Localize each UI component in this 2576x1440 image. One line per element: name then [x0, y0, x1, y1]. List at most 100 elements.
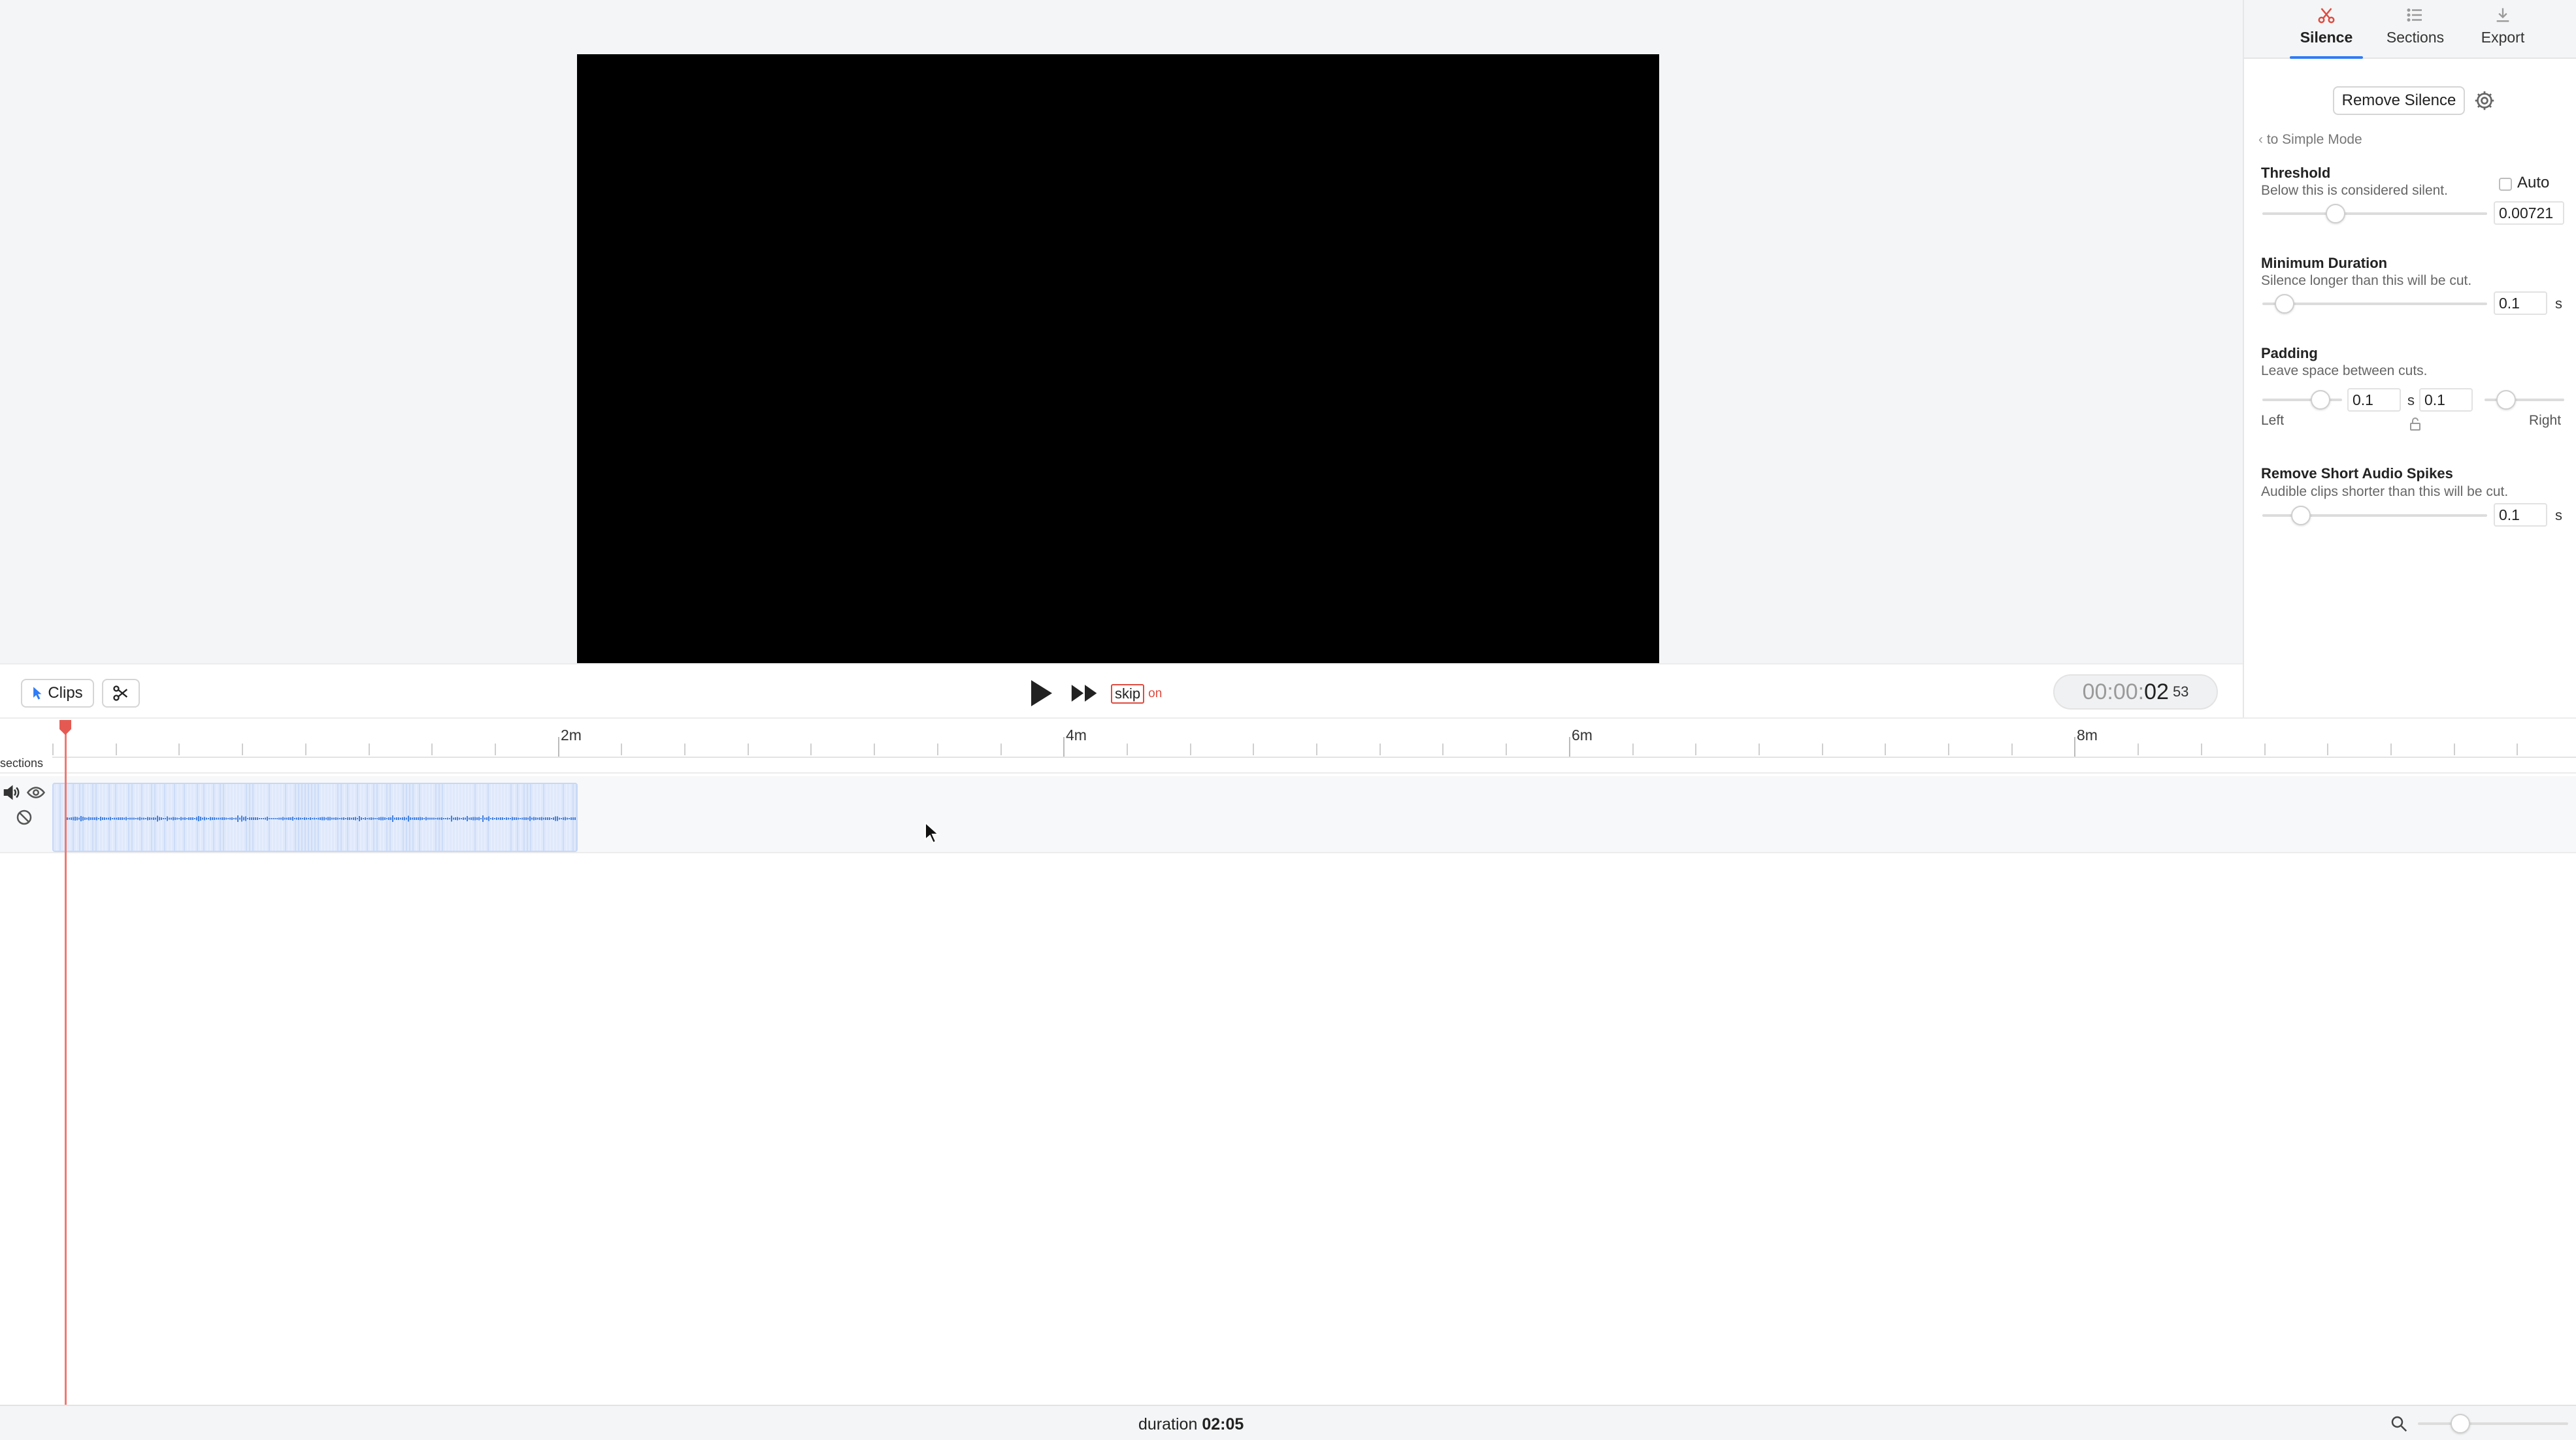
tab-sections[interactable]: Sections: [2376, 0, 2454, 57]
eye-icon[interactable]: [26, 783, 46, 802]
ruler-tick: [1948, 744, 1949, 755]
padding-unit: s: [2407, 392, 2415, 408]
ruler-tick: [684, 744, 685, 755]
spikes-title: Remove Short Audio Spikes: [2261, 465, 2453, 482]
auto-checkbox[interactable]: [2499, 178, 2512, 191]
scissors-icon: [113, 685, 128, 701]
ruler-tick: [1695, 744, 1696, 755]
sections-label: sections: [0, 757, 44, 770]
min-duration-unit: s: [2555, 295, 2562, 312]
ruler-tick-label: 2m: [561, 727, 582, 744]
min-duration-slider[interactable]: [2262, 294, 2487, 314]
ruler-tick: [937, 744, 938, 755]
spikes-desc: Audible clips shorter than this will be …: [2261, 484, 2509, 499]
zoom-icon: [2391, 1416, 2407, 1432]
video-preview-area: [0, 0, 2243, 663]
padding-right-slider[interactable]: [2485, 390, 2564, 410]
min-duration-input[interactable]: 0.1: [2494, 291, 2547, 315]
audio-video-track: [0, 776, 2576, 853]
threshold-desc: Below this is considered silent.: [2261, 183, 2448, 198]
padding-left-label: Left: [2261, 413, 2285, 428]
ruler-tick: [52, 744, 54, 755]
mouse-cursor-icon: [925, 821, 940, 844]
disable-track-icon[interactable]: [14, 808, 34, 827]
simple-mode-link[interactable]: ‹ to Simple Mode: [2258, 132, 2362, 148]
ruler-tick: [2517, 744, 2518, 755]
list-icon: [2407, 8, 2422, 22]
threshold-slider[interactable]: [2262, 204, 2487, 223]
ruler-tick: [1000, 744, 1002, 755]
spikes-input[interactable]: 0.1: [2494, 503, 2547, 527]
threshold-input[interactable]: 0.00721: [2494, 201, 2564, 225]
sections-track[interactable]: [0, 758, 2576, 774]
ruler-tick: [2201, 744, 2202, 755]
cut-tool-button[interactable]: [102, 679, 140, 708]
tab-silence-label: Silence: [2300, 29, 2353, 46]
audio-clip[interactable]: [52, 783, 578, 852]
remove-silence-button[interactable]: Remove Silence: [2333, 86, 2465, 115]
status-bar: duration 02:05: [0, 1405, 2576, 1440]
timecode-seconds: 02: [2144, 679, 2169, 704]
ruler-tick: [1127, 744, 1128, 755]
ruler-tick: [2327, 744, 2328, 755]
ruler-tick-label: 8m: [2077, 727, 2098, 744]
gear-icon[interactable]: [2473, 89, 2496, 112]
ruler-tick: [621, 744, 622, 755]
padding-left-input[interactable]: 0.1: [2347, 388, 2401, 412]
panel-tabs: Silence Sections Export: [2244, 0, 2576, 59]
ruler-tick: [1885, 744, 1886, 755]
ruler-tick: [2454, 744, 2455, 755]
padding-right-label: Right: [2529, 413, 2562, 428]
ruler-tick: [2138, 744, 2139, 755]
duration-readout: duration 02:05: [1138, 1415, 1244, 1433]
playhead-handle[interactable]: [58, 719, 73, 736]
ruler-tick: [1379, 744, 1381, 755]
timeline[interactable]: 2m 4m 6m 8m sections: [0, 717, 2576, 1405]
ruler-tick: [2264, 744, 2266, 755]
padding-left-slider[interactable]: [2262, 390, 2342, 410]
time-ruler[interactable]: 2m 4m 6m 8m: [0, 719, 2576, 758]
skip-silence-toggle[interactable]: skip on: [1111, 683, 1162, 705]
tab-export[interactable]: Export: [2464, 0, 2542, 57]
tab-silence[interactable]: Silence: [2287, 0, 2366, 59]
fast-forward-icon[interactable]: [1070, 681, 1099, 705]
ruler-tick: [178, 744, 180, 755]
spikes-unit: s: [2555, 507, 2562, 523]
ruler-tick: [1569, 737, 1570, 757]
ruler-tick: [1253, 744, 1254, 755]
chevron-left-icon: ‹: [2258, 132, 2267, 147]
ruler-tick-label: 4m: [1066, 727, 1087, 744]
ruler-tick: [1506, 744, 1507, 755]
ruler-tick: [2390, 744, 2392, 755]
duration-value: 02:05: [1202, 1415, 1244, 1433]
speaker-icon[interactable]: [1, 783, 21, 802]
lock-icon[interactable]: [2407, 416, 2423, 433]
ruler-tick: [1063, 737, 1065, 757]
timecode-main: 00:00:: [2082, 679, 2145, 704]
timecode-frames: 53: [2172, 683, 2189, 700]
timecode-display: 00:00: 02 53: [2053, 674, 2218, 710]
ruler-tick: [1822, 744, 1823, 755]
download-icon: [2496, 8, 2509, 22]
ruler-tick: [1190, 744, 1191, 755]
play-icon[interactable]: [1029, 679, 1055, 708]
video-canvas[interactable]: [577, 54, 1659, 663]
ruler-tick: [369, 744, 370, 755]
auto-label: Auto: [2517, 174, 2550, 191]
spikes-slider[interactable]: [2262, 506, 2487, 525]
threshold-title: Threshold: [2261, 165, 2331, 181]
pointer-icon: [33, 687, 42, 700]
ruler-tick: [305, 744, 306, 755]
ruler-tick: [748, 744, 749, 755]
ruler-tick: [2074, 737, 2075, 757]
min-duration-desc: Silence longer than this will be cut.: [2261, 273, 2472, 288]
tab-sections-label: Sections: [2386, 29, 2445, 46]
ruler-tick: [431, 744, 433, 755]
ruler-tick-label: 6m: [1572, 727, 1593, 744]
padding-right-input[interactable]: 0.1: [2419, 388, 2473, 412]
clips-tool-button[interactable]: Clips: [21, 679, 94, 708]
clips-label: Clips: [48, 684, 83, 702]
ruler-tick: [558, 737, 559, 757]
ruler-tick: [2011, 744, 2013, 755]
zoom-slider[interactable]: [2418, 1414, 2568, 1433]
